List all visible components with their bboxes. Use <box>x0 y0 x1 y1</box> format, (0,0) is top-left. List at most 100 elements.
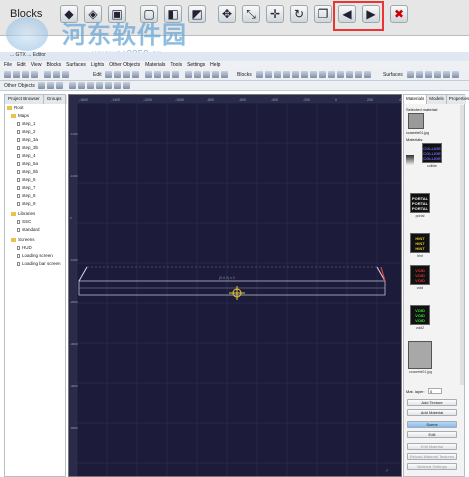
surface-icon[interactable] <box>452 71 459 78</box>
view4-icon[interactable] <box>212 71 219 78</box>
scale-icon[interactable] <box>172 71 179 78</box>
scale-icon[interactable]: ⤡ <box>242 5 260 23</box>
grid3-icon[interactable] <box>62 71 69 78</box>
tree-map-item[interactable]: step_7 <box>17 185 36 190</box>
block-icon[interactable] <box>328 71 335 78</box>
block-icon[interactable] <box>274 71 281 78</box>
object-icon[interactable] <box>87 82 94 89</box>
block-icon[interactable] <box>337 71 344 78</box>
block-icon[interactable] <box>355 71 362 78</box>
object-icon[interactable] <box>78 82 85 89</box>
block-icon[interactable] <box>292 71 299 78</box>
scene-button[interactable]: Scene <box>407 421 457 428</box>
menu-help[interactable]: Help <box>210 62 220 68</box>
tree-screens-folder[interactable]: Screens <box>11 237 35 242</box>
material-hint[interactable]: HINT HINT HINT <box>410 233 430 253</box>
tab-properties[interactable]: Properties <box>447 95 469 104</box>
tree-root[interactable]: Root <box>7 105 24 110</box>
tab-materials[interactable]: Materials <box>404 95 428 104</box>
tab-groups[interactable]: Groups <box>44 95 66 104</box>
block-icon[interactable] <box>256 71 263 78</box>
delete-icon[interactable] <box>105 71 112 78</box>
tree-map-item[interactable]: step_9 <box>17 201 36 206</box>
tree-map-item[interactable]: step_3b <box>17 145 38 150</box>
tab-models[interactable]: Models <box>427 95 447 104</box>
cut-icon[interactable] <box>114 71 121 78</box>
block-icon[interactable] <box>364 71 371 78</box>
tree-map-item[interactable]: step_2 <box>17 129 36 134</box>
menu-file[interactable]: File <box>4 62 12 68</box>
tree-map-item[interactable]: step_5a <box>17 161 38 166</box>
move-icon[interactable] <box>154 71 161 78</box>
material-void[interactable]: VOID VOID VOID <box>410 265 430 285</box>
object-icon[interactable] <box>56 82 63 89</box>
tree-library-item[interactable]: SSC <box>17 219 31 224</box>
add-texture-button[interactable]: Add Texture <box>407 399 457 406</box>
material-swatch-small[interactable] <box>406 155 414 165</box>
tree-map-item[interactable]: step_4 <box>17 153 36 158</box>
select-icon[interactable] <box>145 71 152 78</box>
reload-material-textures-button[interactable]: Reload Material Textures <box>407 453 457 460</box>
surface-icon[interactable] <box>416 71 423 78</box>
grid-icon[interactable] <box>44 71 51 78</box>
edit-material-button[interactable]: Edit Material <box>407 443 457 450</box>
menu-lights[interactable]: Lights <box>91 62 104 68</box>
menu-other-objects[interactable]: Other Objects <box>109 62 140 68</box>
tab-project-browser[interactable]: Project Browser <box>5 95 44 104</box>
block-icon[interactable] <box>346 71 353 78</box>
menu-edit[interactable]: Edit <box>17 62 26 68</box>
object-icon[interactable] <box>47 82 54 89</box>
materials-scrollbar[interactable] <box>460 105 464 385</box>
move-up-icon[interactable]: ✥ <box>218 5 236 23</box>
menu-view[interactable]: View <box>31 62 42 68</box>
tree-screen-item[interactable]: HUD <box>17 245 32 250</box>
add-material-button[interactable]: Add Material <box>407 409 457 416</box>
move-icon[interactable]: ✛ <box>266 5 284 23</box>
menu-blocks[interactable]: Blocks <box>46 62 61 68</box>
surface-icon[interactable] <box>443 71 450 78</box>
object-icon[interactable] <box>123 82 130 89</box>
object-icon[interactable] <box>114 82 121 89</box>
view2-icon[interactable] <box>194 71 201 78</box>
save-icon[interactable] <box>22 71 29 78</box>
tree-map-item[interactable]: step_6 <box>17 177 36 182</box>
block-tool-icon[interactable]: ◩ <box>188 5 206 23</box>
open-icon[interactable] <box>13 71 20 78</box>
object-icon[interactable] <box>69 82 76 89</box>
object-icon[interactable] <box>105 82 112 89</box>
grid2-icon[interactable] <box>53 71 60 78</box>
menu-surfaces[interactable]: Surfaces <box>66 62 86 68</box>
menu-materials[interactable]: Materials <box>145 62 165 68</box>
block-icon[interactable] <box>265 71 272 78</box>
block-icon[interactable] <box>310 71 317 78</box>
tree-map-item[interactable]: step_3a <box>17 137 38 142</box>
material-collide[interactable]: COLLIDE COLLIDE COLLIDE <box>422 143 442 163</box>
menu-tools[interactable]: Tools <box>170 62 182 68</box>
redo-icon[interactable] <box>132 71 139 78</box>
view3-icon[interactable] <box>203 71 210 78</box>
material-concrete[interactable] <box>408 341 432 369</box>
mat-layer-input[interactable]: 0 <box>428 388 442 394</box>
material-void2[interactable]: VOID VOID VOID <box>410 305 430 325</box>
new-icon[interactable] <box>4 71 11 78</box>
surface-icon[interactable] <box>407 71 414 78</box>
rotate-icon[interactable]: ↻ <box>290 5 308 23</box>
tree-map-item[interactable]: step_5b <box>17 169 38 174</box>
tree-screen-item[interactable]: Loading bar screen <box>17 261 61 266</box>
material-settings-button[interactable]: Material Settings <box>407 463 457 470</box>
block-icon[interactable] <box>319 71 326 78</box>
edit-button[interactable]: Edit <box>407 431 457 438</box>
copy-icon[interactable]: ❐ <box>314 5 332 23</box>
undo-icon[interactable] <box>123 71 130 78</box>
view-icon[interactable] <box>185 71 192 78</box>
tree-map-item[interactable]: step_1 <box>17 121 36 126</box>
view5-icon[interactable] <box>221 71 228 78</box>
rotate-icon[interactable] <box>163 71 170 78</box>
object-icon[interactable] <box>96 82 103 89</box>
surface-icon[interactable] <box>425 71 432 78</box>
tree-library-item[interactable]: standard <box>17 227 40 232</box>
block-icon[interactable] <box>283 71 290 78</box>
save-all-icon[interactable] <box>31 71 38 78</box>
menu-settings[interactable]: Settings <box>187 62 205 68</box>
viewport-2d[interactable]: (0,0,0) x 0 ↗ -1600 -1400 -1200 -1000 -800 -6… <box>68 94 402 477</box>
